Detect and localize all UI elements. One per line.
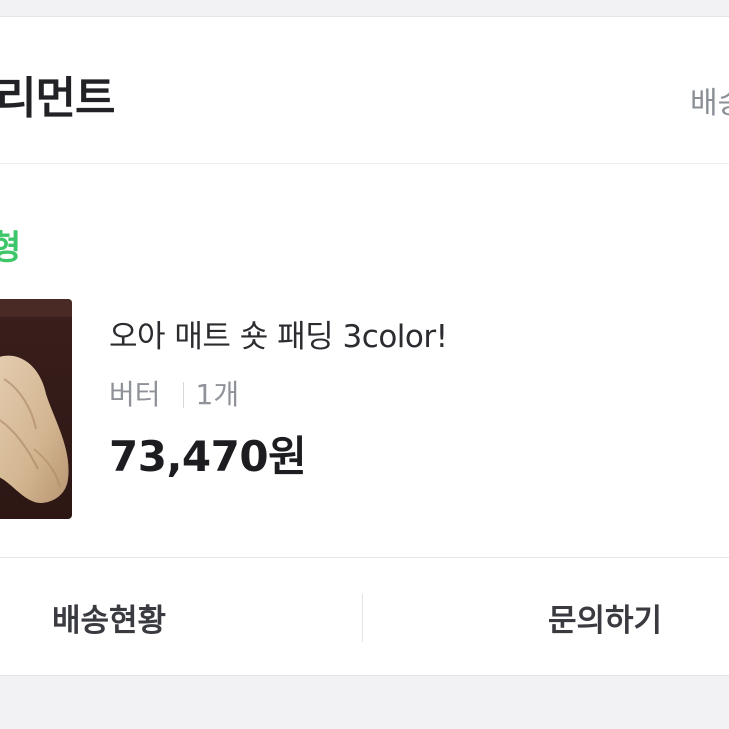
order-card: 리먼트 배송 형 bbox=[0, 16, 729, 676]
delivery-status-button[interactable]: 배송현황 bbox=[0, 558, 218, 676]
order-actions: 배송현황 문의하기 bbox=[0, 557, 729, 676]
order-page: 리먼트 배송 형 bbox=[0, 0, 729, 729]
shop-name[interactable]: 리먼트 bbox=[0, 77, 115, 121]
action-divider bbox=[362, 594, 363, 642]
shipping-link[interactable]: 배송 bbox=[690, 89, 729, 119]
product-quantity: 1개 bbox=[195, 378, 240, 411]
product-option: 버터 bbox=[109, 378, 161, 411]
product-image bbox=[0, 299, 72, 519]
product-price: 73,470원 bbox=[109, 432, 307, 481]
product-name[interactable]: 오아 매트 숏 패딩 3color! bbox=[109, 322, 448, 353]
order-card-header: 리먼트 배송 bbox=[0, 17, 729, 164]
product-thumbnail[interactable] bbox=[0, 299, 72, 519]
product-option-row: 버터 1개 bbox=[109, 381, 239, 409]
order-status-label: 형 bbox=[0, 228, 22, 268]
inquiry-button[interactable]: 문의하기 bbox=[500, 558, 729, 676]
option-divider bbox=[182, 382, 184, 408]
